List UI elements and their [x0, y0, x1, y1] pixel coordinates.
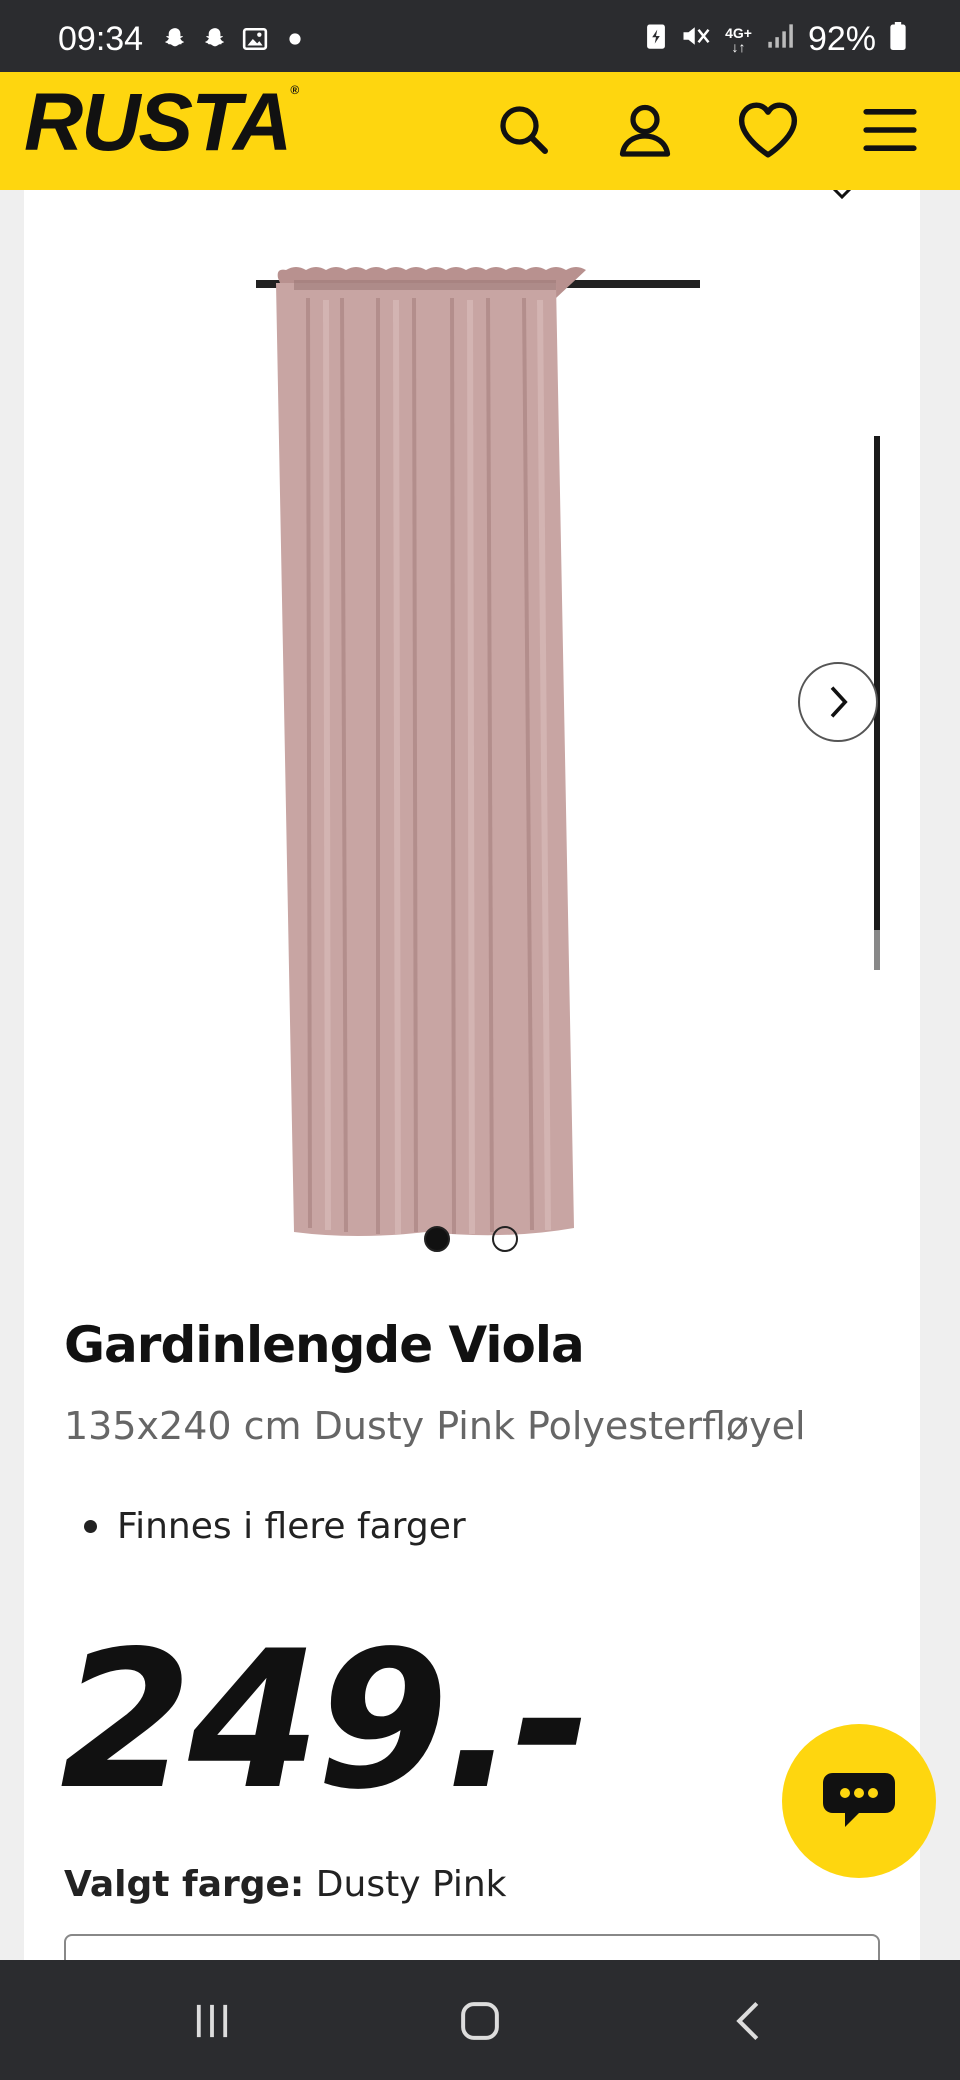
- heart-icon[interactable]: [730, 92, 806, 168]
- notification-icons: [160, 24, 310, 54]
- selected-color: Valgt farge: Dusty Pink: [64, 1864, 507, 1905]
- logo-registered-mark: ®: [290, 82, 299, 97]
- search-icon[interactable]: [486, 92, 562, 168]
- chat-button[interactable]: [782, 1724, 936, 1878]
- product-title: Gardinlengde Viola: [64, 1316, 585, 1374]
- dot-icon: [280, 24, 310, 54]
- status-bar: 09:34 4G+ ↓↑ 92%: [0, 0, 960, 72]
- mute-icon: [681, 22, 711, 57]
- status-right: 4G+ ↓↑ 92%: [645, 20, 906, 59]
- selected-color-value: Dusty Pink: [315, 1864, 507, 1905]
- product-subtitle: 135x240 cm Dusty Pink Polyesterfløyel: [64, 1404, 806, 1448]
- battery-text: 92%: [807, 20, 876, 58]
- chevron-down-icon: [830, 190, 854, 205]
- chat-icon: [823, 1773, 895, 1827]
- system-nav-bar: [0, 1960, 960, 2080]
- recent-apps-icon[interactable]: [172, 1986, 252, 2056]
- scrollbar-fade: [874, 930, 880, 970]
- battery-icon: [890, 22, 906, 57]
- status-time: 09:34: [58, 20, 144, 58]
- snapchat-icon: [200, 24, 230, 54]
- home-icon[interactable]: [440, 1986, 520, 2056]
- site-header: RUSTA®: [0, 72, 960, 190]
- network-icon: 4G+ ↓↑: [725, 24, 752, 55]
- snapchat-icon: [160, 24, 190, 54]
- feature-text: Finnes i flere farger: [117, 1506, 466, 1547]
- network-label: 4G+: [725, 24, 752, 41]
- logo-text: RUSTA: [24, 77, 292, 168]
- rusta-logo[interactable]: RUSTA®: [24, 76, 299, 170]
- gallery-pagination: [424, 1226, 518, 1252]
- curtain-product-image: [256, 267, 700, 1236]
- battery-saver-icon: [645, 22, 667, 57]
- gallery-icon: [240, 24, 270, 54]
- gallery-dot-2[interactable]: [492, 1226, 518, 1252]
- bullet-dot: [84, 1520, 97, 1533]
- back-icon[interactable]: [708, 1986, 788, 2056]
- gallery-dot-1[interactable]: [424, 1226, 450, 1252]
- color-selector[interactable]: [64, 1934, 880, 1960]
- account-icon[interactable]: [607, 92, 683, 168]
- product-card: Gardinlengde Viola 135x240 cm Dusty Pink…: [24, 190, 920, 1960]
- menu-icon[interactable]: [852, 92, 928, 168]
- next-image-button[interactable]: [798, 662, 878, 742]
- product-price: 249.-: [60, 1610, 592, 1831]
- signal-icon: [766, 23, 794, 56]
- selected-color-label: Valgt farge:: [64, 1864, 305, 1905]
- chevron-right-icon: [830, 686, 848, 718]
- feature-bullet: Finnes i flere farger: [84, 1506, 466, 1547]
